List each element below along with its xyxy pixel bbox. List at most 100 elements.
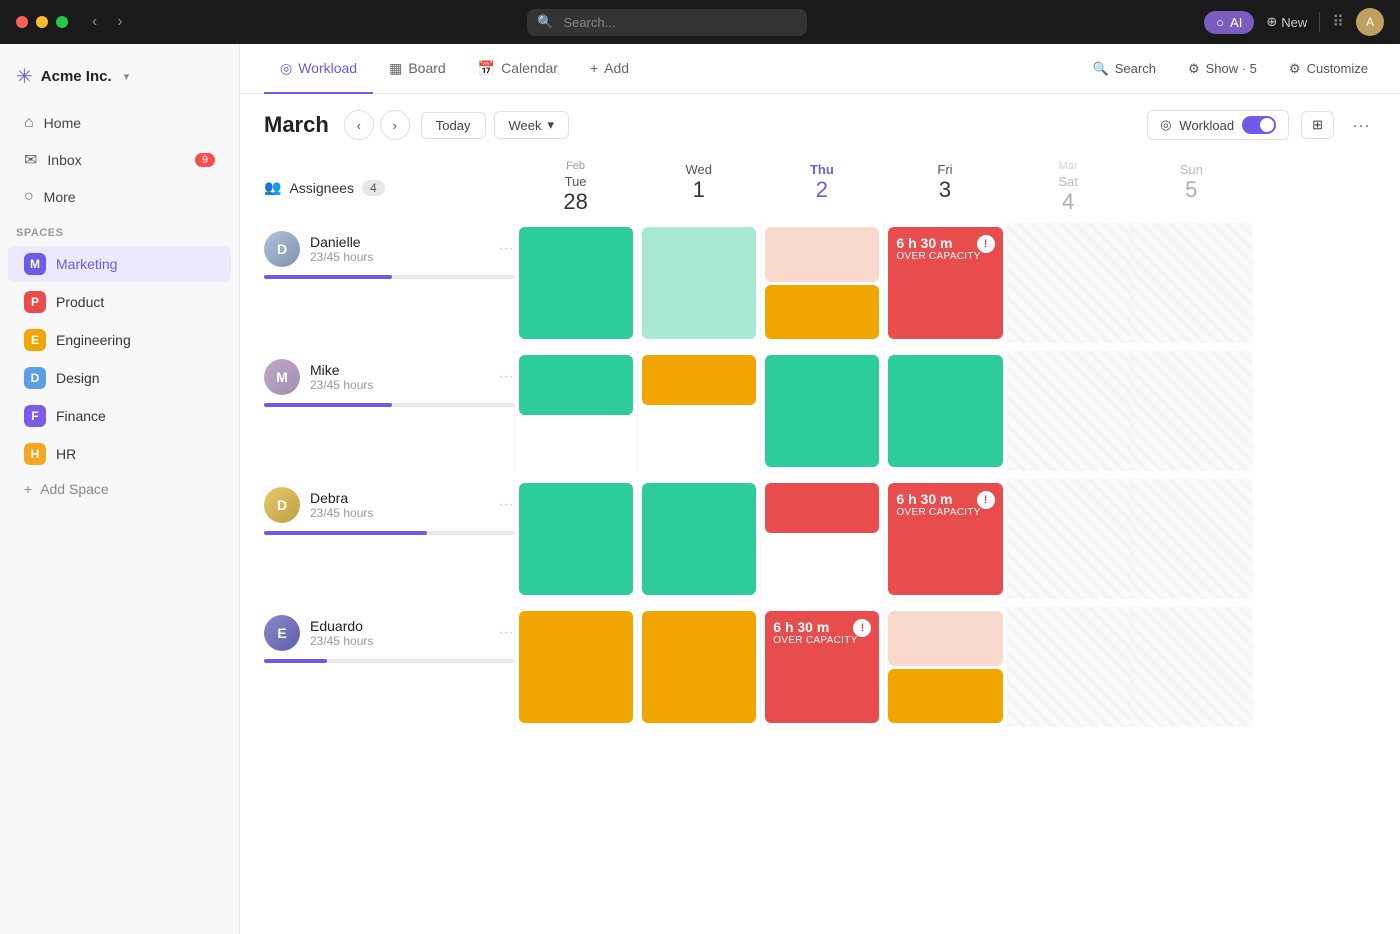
hr-dot: H (24, 443, 46, 465)
search-icon: 🔍 (1093, 61, 1109, 77)
prev-arrow[interactable]: ‹ (344, 110, 374, 140)
task-block[interactable] (642, 483, 756, 595)
tab-add[interactable]: + Add (574, 45, 645, 94)
debra-day-5 (1130, 479, 1253, 599)
task-block[interactable] (519, 483, 633, 595)
plus-circle-icon: ⊕ (1266, 14, 1277, 30)
task-block[interactable] (642, 227, 756, 339)
task-block[interactable] (765, 355, 879, 467)
sidebar-item-hr[interactable]: H HR (8, 436, 231, 472)
two-block (888, 611, 1002, 723)
alert-icon: ! (977, 235, 995, 253)
design-dot: D (24, 367, 46, 389)
search-toolbar-button[interactable]: 🔍 Search (1085, 57, 1164, 81)
sidebar-item-inbox[interactable]: ✉ Inbox 9 (8, 142, 231, 178)
task-block[interactable] (888, 669, 1002, 724)
calendar-header: March ‹ › Today Week ▾ ◎ Workload ⊞ (240, 94, 1400, 156)
task-block[interactable] (888, 611, 1002, 666)
marketing-dot: M (24, 253, 46, 275)
brand[interactable]: ✳ Acme Inc. ▾ (0, 56, 239, 97)
today-button[interactable]: Today (421, 112, 486, 139)
show-icon: ⚙ (1188, 61, 1200, 77)
tab-workload[interactable]: ◎ Workload (264, 45, 373, 94)
close-dot[interactable] (16, 16, 28, 28)
back-button[interactable]: ‹ (84, 9, 105, 35)
window-controls (16, 16, 68, 28)
col-day-1: Wed (637, 162, 760, 177)
show-label: Show · 5 (1206, 61, 1257, 76)
titlebar-search-input[interactable] (527, 9, 807, 36)
sidebar-item-more[interactable]: ○ More (8, 180, 231, 214)
options-icon-debra[interactable]: ··· (498, 496, 514, 514)
filter-icon: ⊞ (1312, 117, 1323, 133)
content-area: ◎ Workload ▦ Board 📅 Calendar + Add 🔍 Se… (240, 44, 1400, 934)
titlebar-search-wrapper: 🔍 (527, 9, 807, 36)
tab-board[interactable]: ▦ Board (373, 45, 462, 94)
progress-bar-wrapper-eduardo (264, 659, 514, 663)
col-date-3: 3 (883, 177, 1006, 203)
week-selector[interactable]: Week ▾ (494, 111, 570, 139)
assignee-row-mike: M Mike 23/45 hours ··· (264, 351, 1376, 471)
options-icon-danielle[interactable]: ··· (498, 240, 514, 258)
task-block[interactable] (642, 611, 756, 723)
sidebar-item-design[interactable]: D Design (8, 360, 231, 396)
minimize-dot[interactable] (36, 16, 48, 28)
debra-day-2 (760, 479, 883, 599)
sidebar-item-finance[interactable]: F Finance (8, 398, 231, 434)
tab-calendar[interactable]: 📅 Calendar (462, 45, 574, 94)
danielle-day-4 (1007, 223, 1130, 343)
eduardo-day-0 (514, 607, 637, 727)
workload-toggle-wrapper[interactable]: ◎ Workload (1147, 110, 1289, 140)
workload-toggle-switch[interactable] (1242, 116, 1276, 134)
task-block-over-capacity[interactable]: 6 h 30 m OVER CAPACITY ! (888, 227, 1002, 339)
sidebar-item-marketing[interactable]: M Marketing (8, 246, 231, 282)
col-date-1: 1 (637, 177, 760, 203)
more-button[interactable]: ··· (1346, 110, 1376, 140)
assignee-meta-mike: Mike 23/45 hours (310, 362, 373, 392)
eduardo-day-3 (883, 607, 1006, 727)
options-icon-eduardo[interactable]: ··· (498, 624, 514, 642)
task-block[interactable] (888, 355, 1002, 467)
two-block (765, 227, 879, 339)
assignees-label: Assignees (289, 180, 354, 196)
task-block[interactable] (519, 227, 633, 339)
inbox-badge: 9 (195, 153, 215, 167)
new-button[interactable]: ⊕ New (1266, 14, 1307, 30)
over-capacity-label: 6 h 30 m OVER CAPACITY (773, 619, 857, 646)
customize-button[interactable]: ⚙ Customize (1281, 57, 1376, 81)
ai-button[interactable]: ○ AI (1204, 11, 1254, 34)
fullscreen-dot[interactable] (56, 16, 68, 28)
show-button[interactable]: ⚙ Show · 5 (1180, 57, 1265, 81)
search-label: Search (1115, 61, 1156, 76)
filter-button[interactable]: ⊞ (1301, 111, 1334, 139)
task-block-over-capacity[interactable]: 6 h 30 m OVER CAPACITY ! (765, 611, 879, 723)
grid-icon[interactable]: ⠿ (1332, 12, 1344, 32)
assignee-name-eduardo: Eduardo (310, 618, 373, 634)
sidebar-item-product[interactable]: P Product (8, 284, 231, 320)
task-block[interactable] (765, 285, 879, 340)
next-arrow[interactable]: › (380, 110, 410, 140)
task-block[interactable] (765, 483, 879, 533)
sidebar-item-engineering[interactable]: E Engineering (8, 322, 231, 358)
add-space-button[interactable]: + Add Space (8, 474, 231, 504)
task-block[interactable] (519, 611, 633, 723)
avatar-eduardo: E (264, 615, 300, 651)
forward-button[interactable]: › (109, 9, 130, 35)
month-title: March (264, 112, 329, 138)
avatar[interactable]: A (1356, 8, 1384, 36)
col-header-4: Mar Sat 4 (1007, 156, 1130, 219)
task-block[interactable] (765, 227, 879, 282)
col-header-1: Wed 1 (637, 156, 760, 219)
tab-workload-label: Workload (298, 60, 357, 76)
sidebar-item-home[interactable]: ⌂ Home (8, 106, 231, 140)
assignee-hours-eduardo: 23/45 hours (310, 634, 373, 648)
titlebar-right: ○ AI ⊕ New ⠿ A (1204, 8, 1384, 36)
task-block[interactable] (642, 355, 756, 405)
task-block-over-capacity[interactable]: 6 h 30 m OVER CAPACITY ! (888, 483, 1002, 595)
progress-bar-mike (264, 403, 392, 407)
task-block[interactable] (519, 355, 633, 415)
customize-icon: ⚙ (1289, 61, 1301, 77)
assignee-info-eduardo: E Eduardo 23/45 hours ··· (264, 607, 514, 727)
options-icon-mike[interactable]: ··· (498, 368, 514, 386)
assignees-count: 4 (362, 180, 385, 196)
